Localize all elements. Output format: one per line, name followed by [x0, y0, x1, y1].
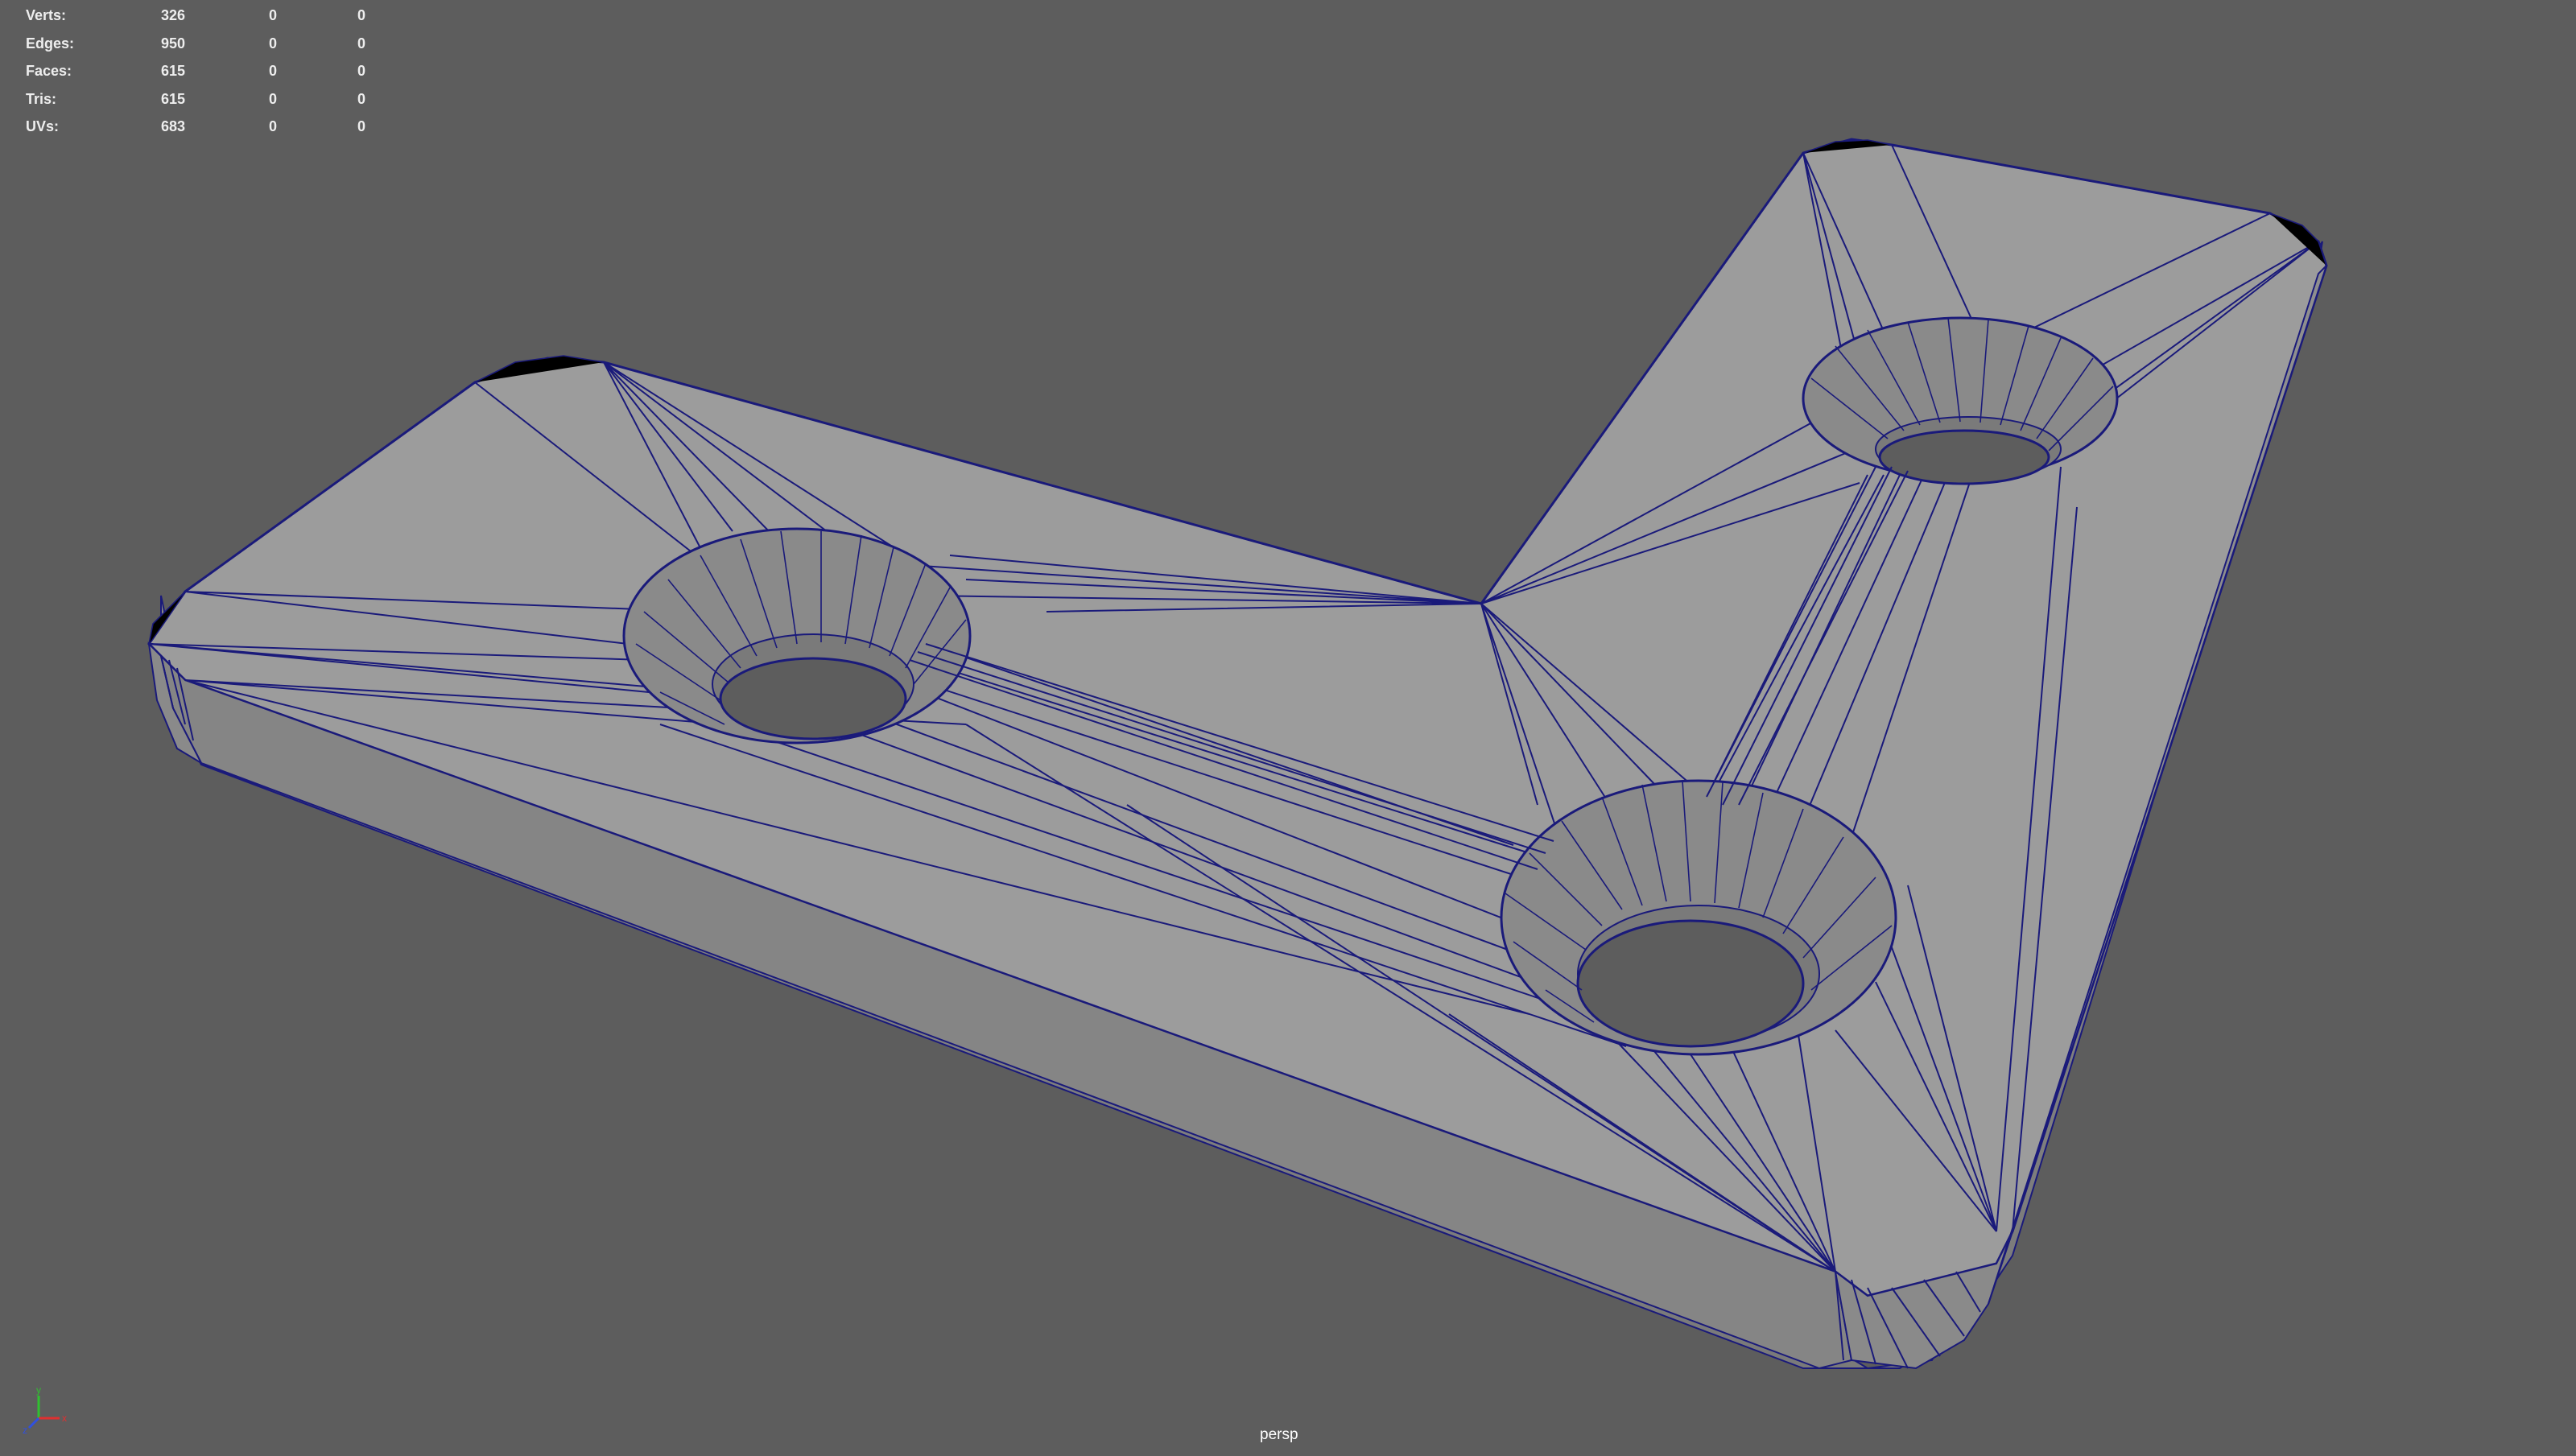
hud-value: 0	[357, 7, 366, 23]
camera-name-label: persp	[1260, 1426, 1298, 1443]
hud-value: 0	[357, 35, 366, 52]
hud-row-faces: Faces: 615 0 0	[26, 57, 388, 85]
hud-row-verts: Verts: 326 0 0	[26, 2, 388, 30]
hud-label: Tris:	[26, 90, 57, 107]
hud-label: Edges:	[26, 35, 75, 52]
countersunk-hole-left	[622, 527, 972, 744]
hud-value: 0	[269, 7, 278, 23]
hud-value: 615	[161, 63, 186, 79]
z-axis-line	[27, 1417, 40, 1429]
view-axis-gizmo-icon: y x z	[23, 1386, 67, 1434]
x-axis-label: x	[62, 1413, 67, 1424]
hud-value: 0	[269, 35, 278, 52]
hud-label: Verts:	[26, 7, 67, 23]
hud-label: Faces:	[26, 63, 72, 79]
l-bracket-mesh[interactable]	[147, 138, 2328, 1370]
hud-value: 615	[161, 90, 186, 107]
countersunk-hole-center	[1500, 779, 1897, 1056]
z-axis-label: z	[23, 1425, 27, 1434]
hud-label: UVs:	[26, 118, 60, 134]
hud-value: 0	[269, 118, 278, 134]
viewport-canvas[interactable]	[0, 0, 2576, 1456]
hud-value: 0	[357, 118, 366, 134]
hud-value: 0	[269, 63, 278, 79]
heads-up-display: Verts: 326 0 0 Edges: 950 0 0 Faces: 615…	[26, 2, 388, 141]
hud-value: 0	[357, 90, 366, 107]
hud-value: 950	[161, 35, 186, 52]
hud-row-tris: Tris: 615 0 0	[26, 85, 388, 113]
hud-row-edges: Edges: 950 0 0	[26, 30, 388, 58]
hud-value: 683	[161, 118, 186, 134]
hud-value: 0	[269, 90, 278, 107]
y-axis-label: y	[36, 1386, 41, 1396]
hud-value: 326	[161, 7, 186, 23]
hud-row-uvs: UVs: 683 0 0	[26, 113, 388, 141]
hud-value: 0	[357, 63, 366, 79]
